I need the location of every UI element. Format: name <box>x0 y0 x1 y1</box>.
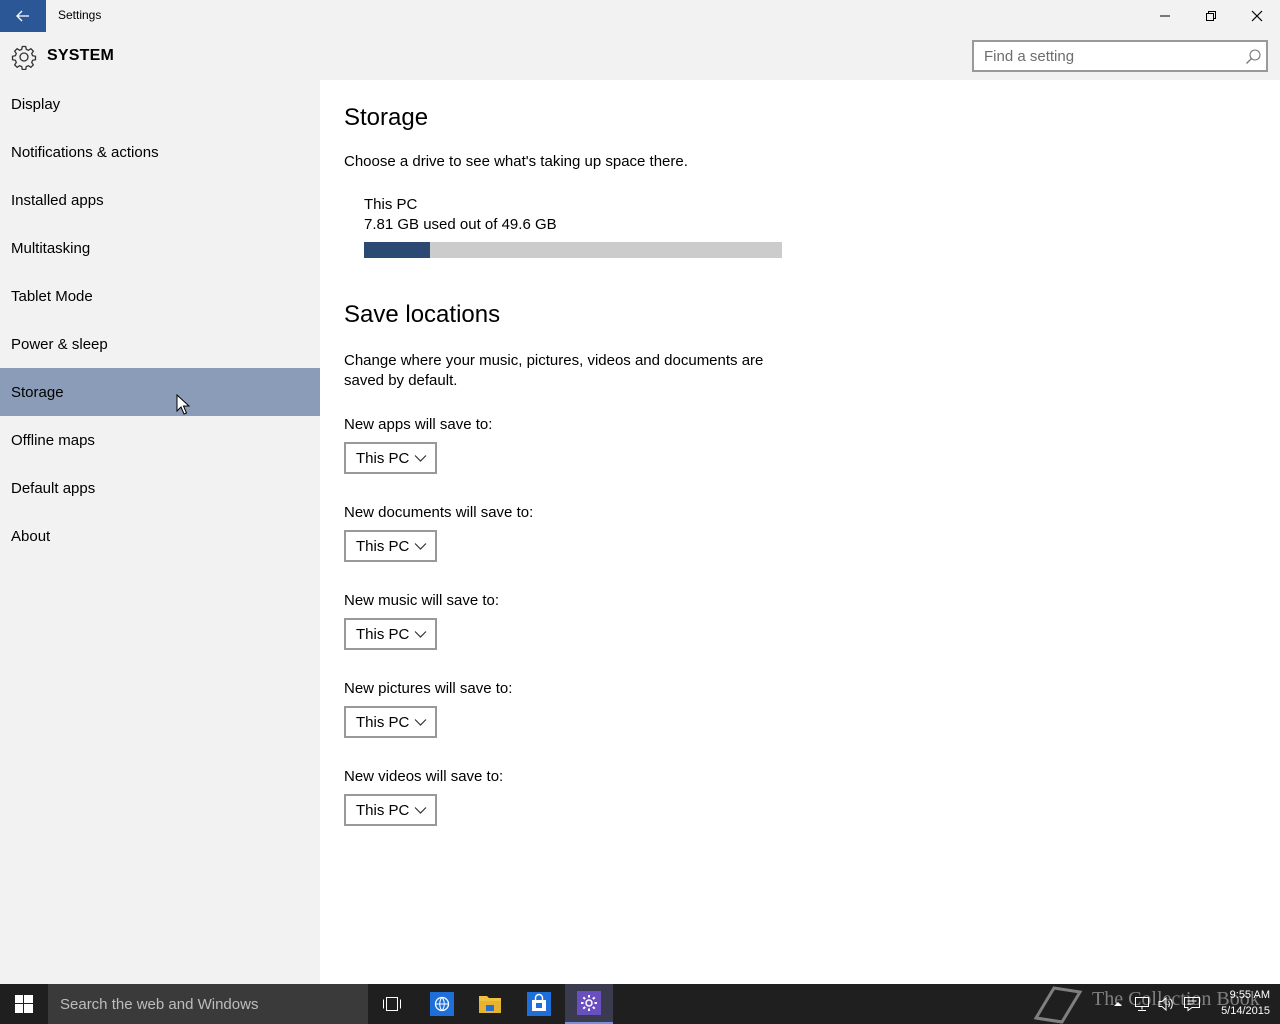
videos-save-dropdown[interactable]: This PC <box>344 794 437 826</box>
taskbar-clock[interactable]: 9:55 AM 5/14/2015 <box>1212 987 1270 1019</box>
back-arrow-icon <box>16 10 29 22</box>
close-button[interactable] <box>1234 0 1280 32</box>
sidebar-nav: Display Notifications & actions Installe… <box>0 80 320 984</box>
chevron-up-icon <box>1114 1002 1122 1006</box>
folder-icon <box>479 996 501 1013</box>
pictures-save-dropdown[interactable]: This PC <box>344 706 437 738</box>
apps-save-label: New apps will save to: <box>344 416 493 433</box>
windows-logo-icon <box>15 995 33 1013</box>
drive-this-pc[interactable]: This PC 7.81 GB used out of 49.6 GB <box>364 196 784 260</box>
documents-save-dropdown[interactable]: This PC <box>344 530 437 562</box>
taskbar-store[interactable] <box>515 984 563 1024</box>
settings-gear-icon <box>577 991 601 1015</box>
start-button[interactable] <box>0 984 48 1024</box>
restore-icon <box>1206 11 1216 21</box>
save-locations-description-line1: Change where your music, pictures, video… <box>344 352 764 369</box>
sidebar-item-display[interactable]: Display <box>0 80 320 128</box>
storage-heading: Storage <box>344 104 429 131</box>
gear-icon <box>11 45 37 70</box>
clock-time: 9:55 AM <box>1229 989 1270 1001</box>
documents-save-value: This PC <box>356 537 410 555</box>
sidebar-item-notifications[interactable]: Notifications & actions <box>0 128 320 176</box>
show-hidden-icons-button[interactable] <box>1108 994 1128 1014</box>
browser-icon <box>430 992 454 1016</box>
pictures-save-value: This PC <box>356 713 410 731</box>
title-bar: Settings <box>0 0 1280 32</box>
videos-save-value: This PC <box>356 801 410 819</box>
sidebar-item-about[interactable]: About <box>0 512 320 560</box>
main-content: Storage Choose a drive to see what's tak… <box>320 80 1280 984</box>
book-icon <box>1033 986 1083 1024</box>
sidebar-item-multitasking[interactable]: Multitasking <box>0 224 320 272</box>
chevron-down-icon <box>414 719 427 726</box>
restore-button[interactable] <box>1188 0 1234 32</box>
close-icon <box>1251 10 1263 22</box>
mouse-cursor-icon <box>176 394 190 415</box>
search-icon[interactable] <box>1244 48 1262 66</box>
taskbar-edge-browser[interactable] <box>418 984 466 1024</box>
back-button[interactable] <box>0 0 46 32</box>
task-view-button[interactable] <box>368 984 416 1024</box>
drive-usage-bar-fill <box>364 242 430 258</box>
task-view-icon <box>383 997 401 1011</box>
drive-name: This PC <box>364 196 418 213</box>
music-save-dropdown[interactable]: This PC <box>344 618 437 650</box>
network-tray-button[interactable] <box>1132 994 1152 1014</box>
drive-usage-bar <box>364 242 782 258</box>
sidebar-item-offline-maps[interactable]: Offline maps <box>0 416 320 464</box>
sidebar-item-power-sleep[interactable]: Power & sleep <box>0 320 320 368</box>
save-locations-heading: Save locations <box>344 301 501 328</box>
taskbar: Search the web and Windows The Collectio… <box>0 984 1280 1024</box>
settings-search-box[interactable] <box>972 40 1268 72</box>
volume-icon <box>1158 996 1173 1012</box>
apps-save-value: This PC <box>356 449 410 467</box>
chevron-down-icon <box>414 631 427 638</box>
music-save-value: This PC <box>356 625 410 643</box>
sidebar-item-tablet-mode[interactable]: Tablet Mode <box>0 272 320 320</box>
clock-date: 5/14/2015 <box>1221 1005 1270 1017</box>
sidebar-item-installed-apps[interactable]: Installed apps <box>0 176 320 224</box>
documents-save-label: New documents will save to: <box>344 504 534 521</box>
music-save-label: New music will save to: <box>344 592 500 609</box>
volume-tray-button[interactable] <box>1156 994 1176 1014</box>
taskbar-file-explorer[interactable] <box>466 984 514 1024</box>
chevron-down-icon <box>414 455 427 462</box>
sidebar-item-default-apps[interactable]: Default apps <box>0 464 320 512</box>
minimize-button[interactable] <box>1142 0 1188 32</box>
sidebar-item-storage[interactable]: Storage <box>0 368 320 416</box>
action-center-button[interactable] <box>1182 994 1202 1014</box>
drive-usage-text: 7.81 GB used out of 49.6 GB <box>364 216 557 233</box>
apps-save-dropdown[interactable]: This PC <box>344 442 437 474</box>
window-title: Settings <box>58 8 102 22</box>
page-header: SYSTEM <box>0 32 1280 80</box>
taskbar-search-box[interactable]: Search the web and Windows <box>48 984 368 1024</box>
notification-icon <box>1184 997 1200 1012</box>
save-locations-description-line2: saved by default. <box>344 372 458 389</box>
network-icon <box>1135 997 1149 1011</box>
search-input[interactable] <box>974 42 1224 70</box>
chevron-down-icon <box>414 807 427 814</box>
pictures-save-label: New pictures will save to: <box>344 680 513 697</box>
videos-save-label: New videos will save to: <box>344 768 504 785</box>
store-icon <box>527 992 551 1016</box>
chevron-down-icon <box>414 543 427 550</box>
minimize-icon <box>1160 15 1170 17</box>
storage-description: Choose a drive to see what's taking up s… <box>344 153 688 170</box>
section-title: SYSTEM <box>47 47 114 64</box>
taskbar-settings[interactable] <box>565 984 613 1024</box>
